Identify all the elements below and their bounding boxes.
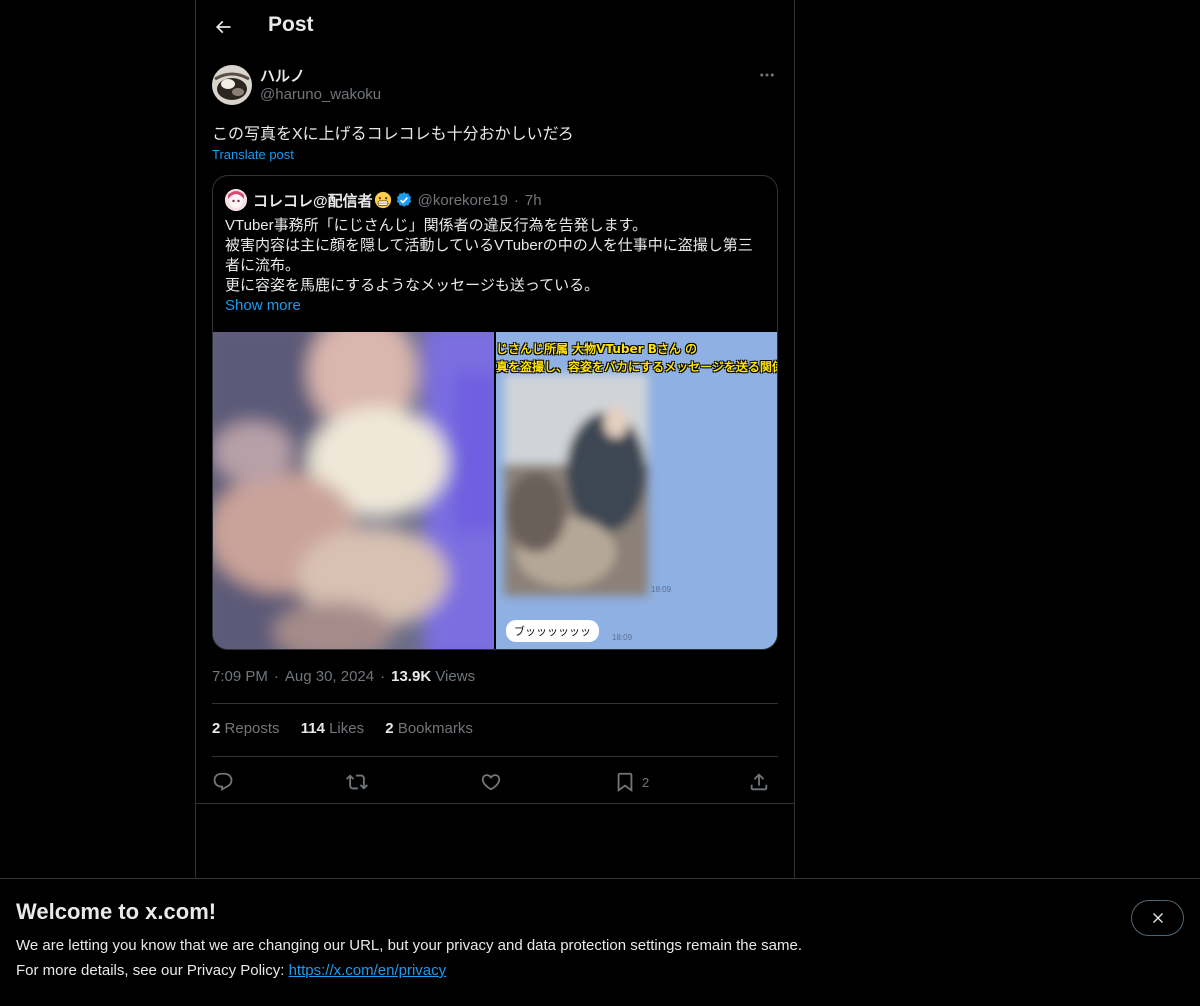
author-handle[interactable]: @haruno_wakoku [260,86,381,103]
page-title: Post [268,13,314,36]
quoted-post[interactable]: コレコレ@配信者 @korekore19 · 7h VTuber事務所「にじさん… [212,175,778,650]
heart-icon [481,774,501,791]
post-text: この写真をXに上げるコレコレも十分おかしいだろ [212,126,574,143]
quoted-author-handle: @korekore19 [417,191,508,209]
share-button[interactable] [748,768,770,796]
banner-privacy-prefix: For more details, see our Privacy Policy… [16,962,289,979]
action-bar: 2 [212,768,778,796]
bookmark-icon [617,772,633,793]
post-meta: 7:09 PM · Aug 30, 2024 · 13.9K Views [212,668,475,685]
media-timestamp: 18:09 [651,585,672,594]
quoted-text-line: 者に流布。 [225,257,301,274]
privacy-policy-link[interactable]: https://x.com/en/privacy [289,962,447,979]
quoted-media[interactable]: じさんじ所属 大物VTuber Bさん の 真を盗撮し、容姿をバカにするメッセー… [213,332,777,649]
views-label: Views [435,668,476,685]
bookmark-button[interactable]: 2 [614,768,649,796]
reply-button[interactable] [212,768,234,796]
like-button[interactable] [480,768,502,796]
show-more-link[interactable]: Show more [225,297,301,314]
close-banner-button[interactable] [1131,900,1184,936]
quoted-text-line: 更に容姿を馬鹿にするようなメッセージも送っている。 [225,277,600,294]
media-timestamp: 18:09 [612,633,633,642]
separator-dot: · [513,191,519,209]
media-image-left[interactable] [213,332,494,649]
more-horizontal-icon [760,73,774,77]
quoted-time: 7h [524,191,542,209]
repost-button[interactable] [346,768,368,796]
repost-icon [346,774,368,790]
divider [196,803,794,804]
author-name[interactable]: ハルノ [260,65,305,86]
share-icon [750,773,768,791]
post-header: Post [196,0,794,54]
avatar[interactable] [212,65,252,105]
quoted-post-header: コレコレ@配信者 @korekore19 · 7h [225,189,542,211]
banner-title: Welcome to x.com! [16,899,217,924]
more-options-button[interactable] [756,64,778,86]
banner-privacy-line: For more details, see our Privacy Policy… [16,962,446,979]
translate-post-link[interactable]: Translate post [212,147,294,162]
media-caption-line1: じさんじ所属 大物VTuber Bさん の [496,342,698,356]
divider [212,756,778,757]
quoted-post-text: VTuber事務所「にじさんじ」関係者の違反行為を告発します。 被害内容は主に顔… [225,216,765,296]
quoted-text-line: VTuber事務所「にじさんじ」関係者の違反行為を告発します。 [225,217,648,234]
welcome-banner: Welcome to x.com! We are letting you kno… [0,878,1200,1006]
likes-stat[interactable]: 114 Likes [301,720,364,737]
back-button[interactable] [206,9,240,45]
quoted-avatar [225,189,247,211]
grimacing-emoji-icon [374,191,391,209]
banner-message: We are letting you know that we are chan… [16,937,802,954]
verified-badge-icon [396,192,411,207]
main-column: Post ハルノ @haruno_wakoku この写真をXに上げるコレコレも十… [195,0,795,1006]
views-count: 13.9K [391,668,432,685]
post-time[interactable]: 7:09 PM [212,668,268,685]
divider [212,703,778,704]
bookmark-count: 2 [642,774,650,790]
reposts-stat[interactable]: 2 Reposts [212,720,280,737]
media-caption-line2: 真を盗撮し、容姿をバカにするメッセージを送る関係 [496,360,777,374]
post-author: ハルノ @haruno_wakoku [212,64,778,108]
bookmarks-stat[interactable]: 2 Bookmarks [385,720,473,737]
post-date[interactable]: Aug 30, 2024 [285,668,374,685]
arrow-left-icon [215,20,231,34]
separator-dot: · [273,668,279,685]
post-stats: 2 Reposts 114 Likes 2 Bookmarks [212,720,490,737]
reply-icon [213,772,233,791]
quoted-text-line: 被害内容は主に顔を隠して活動しているVTuberの中の人を仕事中に盗撮し第三 [225,237,753,254]
media-chat-bubble: ブッッッッッッ [506,620,599,642]
separator-dot: · [380,668,386,685]
quoted-author-name: コレコレ@配信者 [253,192,373,210]
media-image-right[interactable]: じさんじ所属 大物VTuber Bさん の 真を盗撮し、容姿をバカにするメッセー… [496,332,777,649]
close-icon [1152,913,1163,923]
